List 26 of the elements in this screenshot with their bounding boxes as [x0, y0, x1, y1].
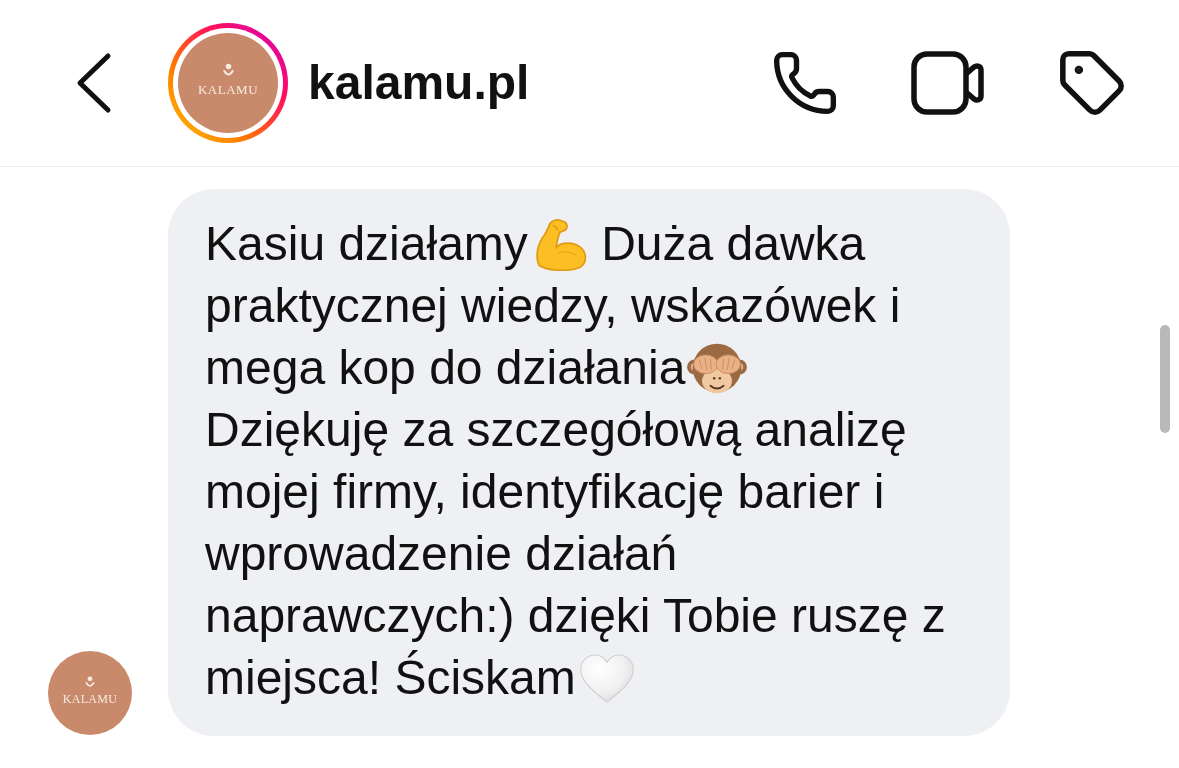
- avatar[interactable]: KALAMU: [48, 651, 132, 735]
- message-text: praktycznej wiedzy, wskazówek i: [205, 278, 901, 334]
- logo-text: KALAMU: [197, 83, 259, 97]
- back-chevron-icon: [76, 52, 112, 114]
- tag-icon: [1057, 48, 1127, 118]
- message-text: mega kop do działania: [205, 340, 686, 396]
- avatar[interactable]: KALAMU: [178, 33, 278, 133]
- message-text: naprawczych:) dzięki Tobie ruszę z: [205, 588, 946, 644]
- message-text: wprowadzenie działań: [205, 526, 678, 582]
- message-text: miejsca! Ściskam: [205, 649, 576, 706]
- heart-icon: [577, 651, 636, 705]
- tag-button[interactable]: [1057, 48, 1127, 118]
- message-text: mojej firmy, identyfikację barier i: [205, 464, 885, 520]
- call-button[interactable]: [771, 49, 839, 117]
- message-text: Kasiu działamy: [205, 216, 528, 272]
- phone-icon: [771, 49, 839, 117]
- story-ring[interactable]: KALAMU: [168, 23, 288, 143]
- logo-mark-icon: [222, 63, 234, 78]
- username[interactable]: kalamu.pl: [308, 55, 530, 111]
- logo-mark-icon: [85, 676, 95, 689]
- video-call-button[interactable]: [911, 51, 985, 115]
- video-camera-icon: [911, 51, 985, 115]
- back-button[interactable]: [76, 52, 112, 114]
- message-text: Dziękuję za szczegółową analizę: [205, 402, 907, 458]
- message-text: Duża dawka: [600, 216, 866, 272]
- logo-text: KALAMU: [62, 693, 118, 706]
